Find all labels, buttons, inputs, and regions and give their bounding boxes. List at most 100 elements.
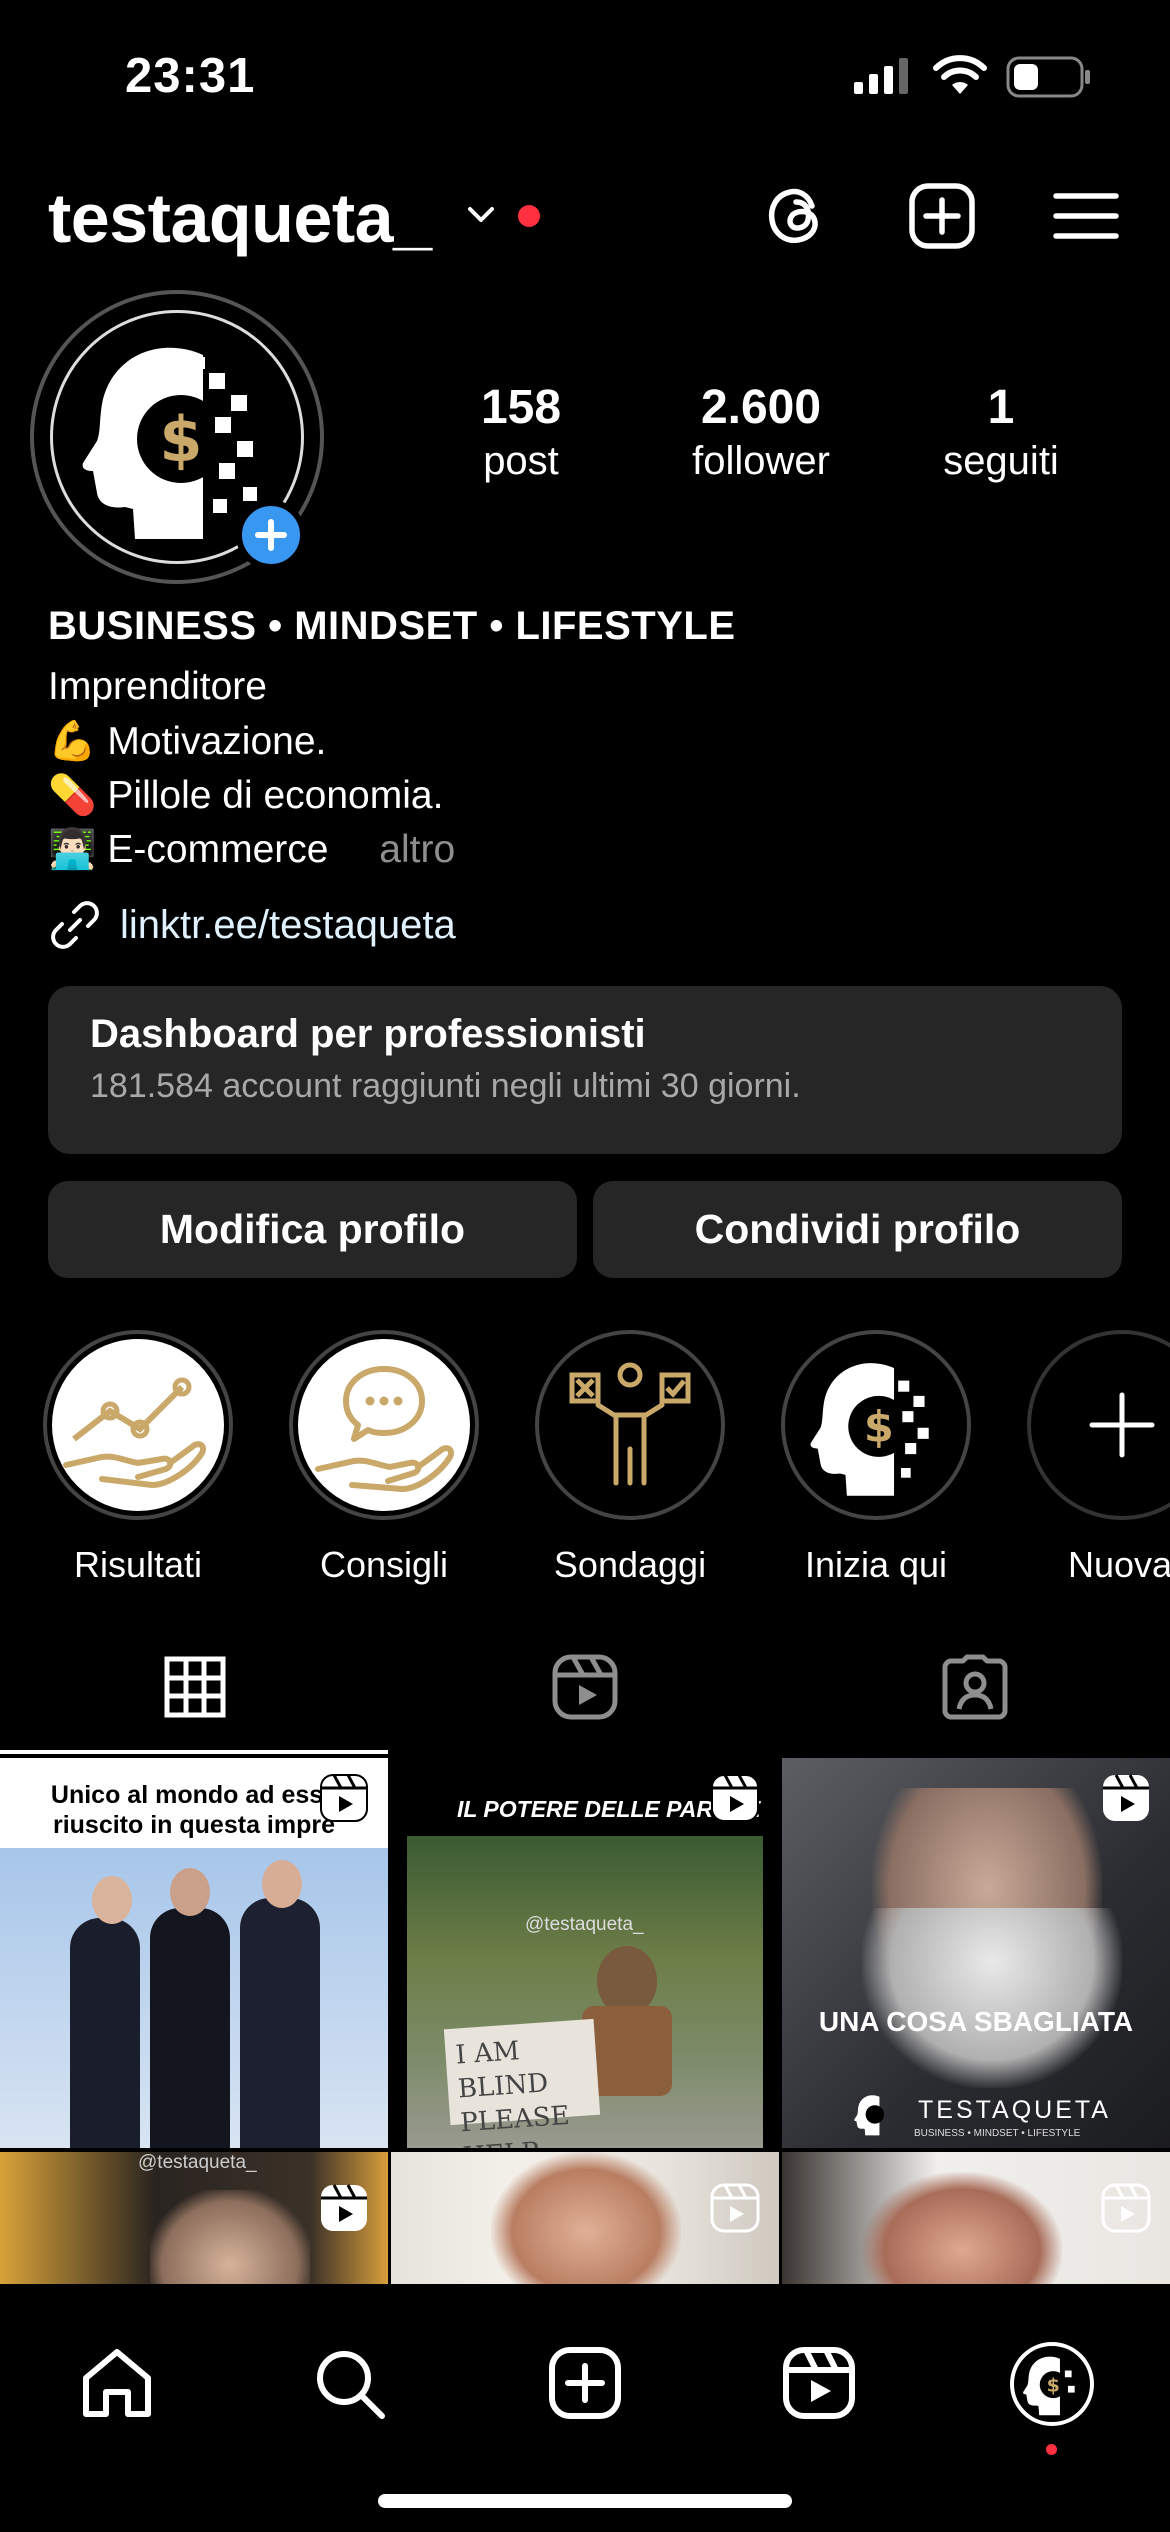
search-icon[interactable] bbox=[310, 2344, 388, 2422]
reels-icon[interactable] bbox=[780, 2344, 858, 2422]
post-tile[interactable]: IL POTERE DELLE PAROLE I AM BLIND PLEASE… bbox=[391, 1758, 779, 2148]
pill-emoji: 💊 bbox=[48, 774, 97, 817]
threads-icon[interactable] bbox=[760, 180, 832, 252]
highlight-cover bbox=[289, 1330, 479, 1520]
reels-icon bbox=[552, 1654, 618, 1720]
bio-link-text: linktr.ee/testaqueta bbox=[120, 902, 456, 947]
brain-dollar-logo-icon bbox=[854, 2095, 885, 2136]
professional-dashboard[interactable]: Dashboard per professionisti 181.584 acc… bbox=[48, 986, 1122, 1154]
highlight-cover bbox=[43, 1330, 233, 1520]
stat-followers[interactable]: 2.600 follower bbox=[646, 380, 876, 484]
bio-line-text: Motivazione. bbox=[107, 720, 327, 763]
tagged-person-icon bbox=[942, 1654, 1008, 1720]
bio-link[interactable]: linktr.ee/testaqueta bbox=[48, 898, 456, 952]
tab-indicator bbox=[0, 1750, 388, 1754]
bio-line-text: Pillole di economia. bbox=[107, 774, 444, 817]
highlight-label: Risultati bbox=[73, 1544, 203, 1585]
tab-tagged[interactable] bbox=[780, 1620, 1170, 1754]
post-watermark: @testaqueta_ bbox=[525, 1914, 644, 1935]
reel-badge-icon bbox=[1103, 1774, 1149, 1821]
technologist-emoji: 👨🏻‍💻 bbox=[48, 828, 97, 871]
notification-dot bbox=[518, 205, 540, 227]
post-photo: I AM BLIND PLEASE HELP @testaqueta_ bbox=[407, 1836, 763, 2148]
stat-followers-label: follower bbox=[692, 439, 830, 483]
post-brand-tagline: BUSINESS • MINDSET • LIFESTYLE bbox=[914, 2128, 1081, 2139]
brain-dollar-logo-icon: $ bbox=[810, 1363, 929, 1496]
reel-badge-icon bbox=[321, 2184, 367, 2231]
stat-posts-count: 158 bbox=[480, 381, 562, 434]
grid-icon bbox=[164, 1656, 226, 1718]
stat-followers-count: 2.600 bbox=[700, 381, 822, 434]
post-tile[interactable] bbox=[391, 2152, 779, 2284]
reel-badge-icon bbox=[711, 1774, 759, 1822]
notification-dot bbox=[1046, 2444, 1057, 2455]
battery-icon bbox=[1006, 56, 1090, 98]
post-tile[interactable] bbox=[782, 2152, 1170, 2284]
share-profile-button[interactable]: Condividi profilo bbox=[593, 1181, 1122, 1278]
growth-hand-icon bbox=[63, 1377, 206, 1489]
highlight-label: Nuova bbox=[1068, 1544, 1170, 1585]
brain-dollar-logo-icon: $ bbox=[1023, 2356, 1075, 2416]
post-brand: TESTAQUETA bbox=[918, 2096, 1111, 2124]
status-time: 23:31 bbox=[125, 49, 256, 103]
poll-person-icon bbox=[569, 1362, 691, 1486]
highlight-risultati[interactable]: Risultati bbox=[40, 1330, 236, 1586]
stat-following[interactable]: 1 seguiti bbox=[886, 380, 1116, 484]
highlight-sondaggi[interactable]: Sondaggi bbox=[532, 1330, 728, 1586]
svg-text:$: $ bbox=[159, 403, 202, 476]
post-caption: UNA COSA SBAGLIATA bbox=[818, 2006, 1134, 2037]
post-sign-text: I AM BLIND PLEASE HELP bbox=[443, 2018, 601, 2148]
flexed-biceps-emoji: 💪 bbox=[48, 720, 97, 763]
bio-more-link[interactable]: altro bbox=[379, 828, 455, 871]
profile-avatar-nav[interactable]: $ bbox=[1010, 2342, 1094, 2426]
stat-following-label: seguiti bbox=[943, 439, 1059, 483]
stat-posts[interactable]: 158 post bbox=[406, 380, 636, 484]
profile-username[interactable]: testaqueta_ bbox=[48, 178, 432, 258]
post-photo bbox=[491, 2152, 681, 2284]
home-icon[interactable] bbox=[78, 2344, 156, 2422]
menu-icon[interactable] bbox=[1050, 180, 1122, 252]
bio-category: Imprenditore bbox=[48, 665, 267, 708]
create-post-icon[interactable] bbox=[906, 180, 978, 252]
highlight-cover: $ bbox=[781, 1330, 971, 1520]
speech-hand-icon bbox=[315, 1366, 454, 1493]
highlight-label: Sondaggi bbox=[553, 1544, 707, 1585]
tab-reels[interactable] bbox=[390, 1620, 780, 1754]
chevron-down-icon[interactable] bbox=[464, 198, 498, 232]
post-tile[interactable]: UNA COSA SBAGLIATA TESTAQUETA BUSINESS •… bbox=[782, 1758, 1170, 2148]
post-tile[interactable]: Unico al mondo ad esse riuscito in quest… bbox=[0, 1758, 388, 2148]
post-tile[interactable]: @testaqueta_ bbox=[0, 2152, 388, 2284]
cellular-signal-icon bbox=[854, 58, 908, 94]
bio-line: 💊 Pillole di economia. bbox=[48, 772, 443, 818]
post-photo bbox=[150, 2190, 310, 2284]
link-icon bbox=[51, 901, 99, 949]
highlight-consigli[interactable]: Consigli bbox=[286, 1330, 482, 1586]
tab-posts-grid[interactable] bbox=[0, 1620, 390, 1754]
highlight-cover bbox=[1027, 1330, 1170, 1520]
add-story-button[interactable] bbox=[236, 500, 306, 570]
plus-icon bbox=[255, 519, 287, 551]
new-post-icon[interactable] bbox=[546, 2344, 624, 2422]
home-indicator bbox=[378, 2494, 792, 2508]
highlight-new[interactable]: Nuova bbox=[1024, 1330, 1170, 1586]
highlight-label: Inizia qui bbox=[804, 1544, 948, 1585]
svg-text:$: $ bbox=[864, 1403, 894, 1453]
edit-profile-button[interactable]: Modifica profilo bbox=[48, 1181, 577, 1278]
highlight-label: Consigli bbox=[319, 1544, 449, 1585]
reel-badge-icon bbox=[1101, 2183, 1151, 2233]
stat-posts-label: post bbox=[483, 439, 559, 483]
highlight-inizia-qui[interactable]: $ Inizia qui bbox=[778, 1330, 974, 1586]
bio-line: 💪 Motivazione. bbox=[48, 718, 326, 764]
reel-badge-icon bbox=[710, 2183, 760, 2233]
post-photo bbox=[862, 2172, 1062, 2284]
wifi-icon bbox=[933, 55, 987, 94]
bio-line-text: E-commerce bbox=[107, 828, 329, 871]
plus-icon bbox=[1089, 1392, 1155, 1458]
highlight-cover bbox=[535, 1330, 725, 1520]
post-watermark: @testaqueta_ bbox=[138, 2152, 257, 2173]
dashboard-subtitle: 181.584 account raggiunti negli ultimi 3… bbox=[90, 1067, 801, 1105]
bio-line: 👨🏻‍💻 E-commerce altro bbox=[48, 826, 455, 872]
post-photo bbox=[0, 1848, 388, 2148]
bio-title: BUSINESS • MINDSET • LIFESTYLE bbox=[48, 604, 736, 648]
stat-following-count: 1 bbox=[987, 381, 1015, 434]
